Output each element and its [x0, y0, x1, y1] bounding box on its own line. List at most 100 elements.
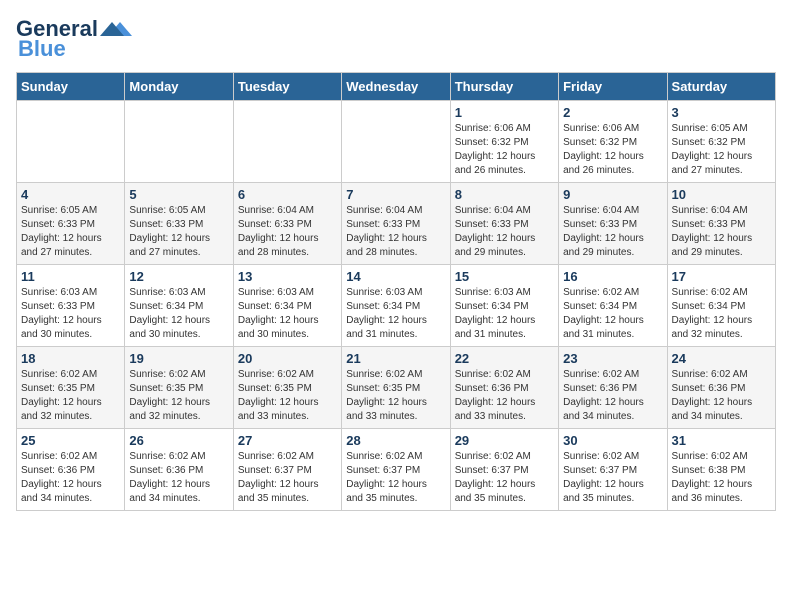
day-number: 4 — [21, 187, 120, 202]
day-number: 18 — [21, 351, 120, 366]
day-number: 11 — [21, 269, 120, 284]
day-info: Sunrise: 6:02 AM Sunset: 6:36 PM Dayligh… — [455, 368, 554, 424]
day-info: Sunrise: 6:06 AM Sunset: 6:32 PM Dayligh… — [563, 122, 662, 178]
calendar-cell: 5 Sunrise: 6:05 AM Sunset: 6:33 PM Daylig… — [125, 183, 233, 265]
day-number: 21 — [346, 351, 445, 366]
calendar-cell: 3 Sunrise: 6:05 AM Sunset: 6:32 PM Daylig… — [667, 101, 775, 183]
day-info: Sunrise: 6:02 AM Sunset: 6:34 PM Dayligh… — [563, 286, 662, 342]
day-number: 13 — [238, 269, 337, 284]
calendar-cell: 22 Sunrise: 6:02 AM Sunset: 6:36 PM Dayli… — [450, 347, 558, 429]
weekday-header-sunday: Sunday — [17, 73, 125, 101]
day-number: 28 — [346, 433, 445, 448]
calendar-cell: 16 Sunrise: 6:02 AM Sunset: 6:34 PM Dayli… — [559, 265, 667, 347]
logo-icon — [100, 18, 132, 40]
day-info: Sunrise: 6:05 AM Sunset: 6:33 PM Dayligh… — [129, 204, 228, 260]
calendar-cell — [125, 101, 233, 183]
calendar-cell: 28 Sunrise: 6:02 AM Sunset: 6:37 PM Dayli… — [342, 429, 450, 511]
day-number: 20 — [238, 351, 337, 366]
calendar-cell — [233, 101, 341, 183]
calendar-cell: 20Sunrise: 6:02 AM Sunset: 6:35 PM Dayli… — [233, 347, 341, 429]
day-info: Sunrise: 6:02 AM Sunset: 6:35 PM Dayligh… — [346, 368, 445, 424]
day-number: 14 — [346, 269, 445, 284]
day-info: Sunrise: 6:03 AM Sunset: 6:34 PM Dayligh… — [129, 286, 228, 342]
calendar-cell: 14 Sunrise: 6:03 AM Sunset: 6:34 PM Dayli… — [342, 265, 450, 347]
day-number: 25 — [21, 433, 120, 448]
day-number: 23 — [563, 351, 662, 366]
day-info: Sunrise: 6:06 AM Sunset: 6:32 PM Dayligh… — [455, 122, 554, 178]
day-info: Sunrise: 6:02 AM Sunset: 6:36 PM Dayligh… — [21, 450, 120, 506]
calendar-cell: 30 Sunrise: 6:02 AM Sunset: 6:37 PM Dayli… — [559, 429, 667, 511]
day-number: 30 — [563, 433, 662, 448]
calendar-table: SundayMondayTuesdayWednesdayThursdayFrid… — [16, 72, 776, 511]
calendar-cell: 25 Sunrise: 6:02 AM Sunset: 6:36 PM Dayli… — [17, 429, 125, 511]
day-number: 15 — [455, 269, 554, 284]
day-info: Sunrise: 6:05 AM Sunset: 6:33 PM Dayligh… — [21, 204, 120, 260]
page-header: General Blue — [16, 16, 776, 62]
day-number: 6 — [238, 187, 337, 202]
calendar-cell: 13 Sunrise: 6:03 AM Sunset: 6:34 PM Dayli… — [233, 265, 341, 347]
calendar-cell: 11 Sunrise: 6:03 AM Sunset: 6:33 PM Dayli… — [17, 265, 125, 347]
day-number: 2 — [563, 105, 662, 120]
day-info: Sunrise: 6:02 AM Sunset: 6:36 PM Dayligh… — [563, 368, 662, 424]
calendar-cell: 15 Sunrise: 6:03 AM Sunset: 6:34 PM Dayli… — [450, 265, 558, 347]
calendar-cell: 27Sunrise: 6:02 AM Sunset: 6:37 PM Dayli… — [233, 429, 341, 511]
calendar-cell: 9 Sunrise: 6:04 AM Sunset: 6:33 PM Daylig… — [559, 183, 667, 265]
day-info: Sunrise: 6:02 AM Sunset: 6:34 PM Dayligh… — [672, 286, 771, 342]
logo: General Blue — [16, 16, 132, 62]
day-number: 19 — [129, 351, 228, 366]
day-info: Sunrise: 6:04 AM Sunset: 6:33 PM Dayligh… — [672, 204, 771, 260]
day-info: Sunrise: 6:02 AM Sunset: 6:36 PM Dayligh… — [129, 450, 228, 506]
calendar-cell: 8Sunrise: 6:04 AM Sunset: 6:33 PM Daylig… — [450, 183, 558, 265]
day-number: 12 — [129, 269, 228, 284]
calendar-cell: 4 Sunrise: 6:05 AM Sunset: 6:33 PM Daylig… — [17, 183, 125, 265]
day-number: 17 — [672, 269, 771, 284]
calendar-cell: 19 Sunrise: 6:02 AM Sunset: 6:35 PM Dayli… — [125, 347, 233, 429]
day-number: 9 — [563, 187, 662, 202]
calendar-cell: 18 Sunrise: 6:02 AM Sunset: 6:35 PM Dayli… — [17, 347, 125, 429]
day-info: Sunrise: 6:03 AM Sunset: 6:34 PM Dayligh… — [346, 286, 445, 342]
day-info: Sunrise: 6:04 AM Sunset: 6:33 PM Dayligh… — [455, 204, 554, 260]
calendar-cell — [17, 101, 125, 183]
calendar-cell: 10 Sunrise: 6:04 AM Sunset: 6:33 PM Dayli… — [667, 183, 775, 265]
day-number: 7 — [346, 187, 445, 202]
day-info: Sunrise: 6:04 AM Sunset: 6:33 PM Dayligh… — [563, 204, 662, 260]
day-info: Sunrise: 6:02 AM Sunset: 6:37 PM Dayligh… — [563, 450, 662, 506]
day-number: 26 — [129, 433, 228, 448]
day-number: 10 — [672, 187, 771, 202]
weekday-header-monday: Monday — [125, 73, 233, 101]
calendar-cell — [342, 101, 450, 183]
day-info: Sunrise: 6:03 AM Sunset: 6:34 PM Dayligh… — [455, 286, 554, 342]
weekday-header-thursday: Thursday — [450, 73, 558, 101]
day-info: Sunrise: 6:04 AM Sunset: 6:33 PM Dayligh… — [238, 204, 337, 260]
day-info: Sunrise: 6:02 AM Sunset: 6:38 PM Dayligh… — [672, 450, 771, 506]
day-info: Sunrise: 6:02 AM Sunset: 6:37 PM Dayligh… — [346, 450, 445, 506]
calendar-cell: 12 Sunrise: 6:03 AM Sunset: 6:34 PM Dayli… — [125, 265, 233, 347]
day-number: 22 — [455, 351, 554, 366]
day-info: Sunrise: 6:04 AM Sunset: 6:33 PM Dayligh… — [346, 204, 445, 260]
calendar-cell: 23 Sunrise: 6:02 AM Sunset: 6:36 PM Dayli… — [559, 347, 667, 429]
weekday-header-friday: Friday — [559, 73, 667, 101]
calendar-cell: 7 Sunrise: 6:04 AM Sunset: 6:33 PM Daylig… — [342, 183, 450, 265]
day-info: Sunrise: 6:02 AM Sunset: 6:35 PM Dayligh… — [129, 368, 228, 424]
day-info: Sunrise: 6:02 AM Sunset: 6:35 PM Dayligh… — [21, 368, 120, 424]
day-number: 5 — [129, 187, 228, 202]
calendar-cell: 17 Sunrise: 6:02 AM Sunset: 6:34 PM Dayli… — [667, 265, 775, 347]
day-number: 3 — [672, 105, 771, 120]
calendar-cell: 29 Sunrise: 6:02 AM Sunset: 6:37 PM Dayli… — [450, 429, 558, 511]
calendar-cell: 6 Sunrise: 6:04 AM Sunset: 6:33 PM Daylig… — [233, 183, 341, 265]
day-info: Sunrise: 6:02 AM Sunset: 6:37 PM Dayligh… — [455, 450, 554, 506]
day-info: Sunrise: 6:02 AM Sunset: 6:36 PM Dayligh… — [672, 368, 771, 424]
day-info: Sunrise: 6:05 AM Sunset: 6:32 PM Dayligh… — [672, 122, 771, 178]
day-number: 24 — [672, 351, 771, 366]
calendar-cell: 24 Sunrise: 6:02 AM Sunset: 6:36 PM Dayli… — [667, 347, 775, 429]
calendar-cell: 2 Sunrise: 6:06 AM Sunset: 6:32 PM Daylig… — [559, 101, 667, 183]
day-info: Sunrise: 6:03 AM Sunset: 6:33 PM Dayligh… — [21, 286, 120, 342]
day-number: 16 — [563, 269, 662, 284]
calendar-cell: 31Sunrise: 6:02 AM Sunset: 6:38 PM Dayli… — [667, 429, 775, 511]
day-number: 27 — [238, 433, 337, 448]
weekday-header-tuesday: Tuesday — [233, 73, 341, 101]
day-number: 29 — [455, 433, 554, 448]
day-info: Sunrise: 6:03 AM Sunset: 6:34 PM Dayligh… — [238, 286, 337, 342]
day-number: 1 — [455, 105, 554, 120]
logo-blue: Blue — [18, 36, 66, 62]
